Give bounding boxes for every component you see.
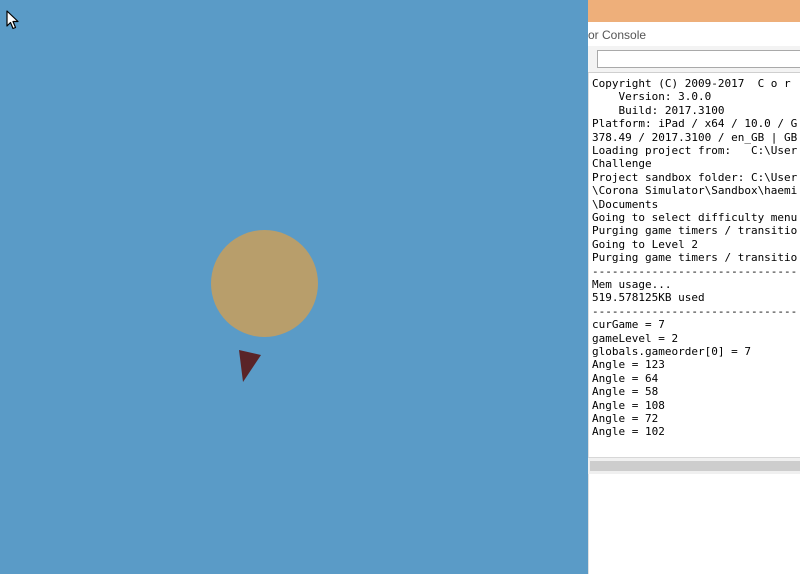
console-log-line: globals.gameorder[0] = 7 [592, 345, 751, 358]
console-log-line: ------------------------------- [592, 304, 798, 318]
console-log-line: 519.578125KB used [592, 291, 705, 305]
arrow-cursor-icon [6, 10, 19, 30]
console-log-line: Angle = 123 [592, 358, 665, 372]
console-log-line: Angle = 72 [592, 412, 659, 425]
console-bottom-area [588, 474, 800, 574]
console-log-line: Project sandbox folder: C:\User [592, 170, 798, 184]
scrollbar-thumb[interactable] [590, 461, 800, 471]
console-log-line: Loading project from: C:\User [592, 144, 798, 157]
console-horizontal-scrollbar[interactable] [588, 457, 800, 475]
console-filter-input[interactable] [597, 50, 800, 68]
game-pointer-arrow[interactable] [237, 348, 263, 384]
console-log-line: Build: 2017.3100 [592, 103, 725, 117]
console-log-line: curGame = 7 [592, 318, 665, 332]
console-log-line: ------------------------------- [592, 264, 798, 278]
console-log-line: Angle = 108 [592, 398, 665, 412]
simulator-viewport[interactable] [0, 0, 588, 574]
console-log-line: Going to Level 2 [592, 237, 698, 251]
console-log-line: Angle = 64 [592, 371, 659, 385]
console-log-line: Angle = 58 [592, 385, 659, 399]
console-title: or Console [588, 28, 647, 42]
console-log-line: Challenge [592, 157, 652, 171]
console-log-line: Purging game timers / transitio [592, 224, 798, 238]
console-log-line: \Corona Simulator\Sandbox\haemi [592, 184, 798, 198]
console-title-row: or Console [588, 22, 800, 46]
console-log: Copyright (C) 2009-2017 C o r Version: 3… [588, 73, 800, 457]
console-log-line: Version: 3.0.0 [592, 90, 712, 104]
console-log-line: \Documents [592, 197, 659, 211]
console-log-line: gameLevel = 2 [592, 331, 679, 345]
console-titlebar[interactable] [588, 0, 800, 22]
game-circle[interactable] [211, 230, 318, 337]
console-log-line: Copyright (C) 2009-2017 C o r [592, 77, 791, 90]
console-log-line: Purging game timers / transitio [592, 251, 798, 265]
console-log-line: Mem usage... [592, 278, 672, 291]
console-log-line: Angle = 102 [592, 425, 665, 439]
console-log-line: Going to select difficulty menu [592, 211, 798, 224]
console-log-line: Platform: iPad / x64 / 10.0 / G [592, 117, 798, 131]
output-console-window: or Console Copyright (C) 2009-2017 C o r… [588, 0, 800, 574]
console-log-line: 378.49 / 2017.3100 / en_GB | GB [592, 130, 798, 144]
console-toolbar [588, 46, 800, 73]
